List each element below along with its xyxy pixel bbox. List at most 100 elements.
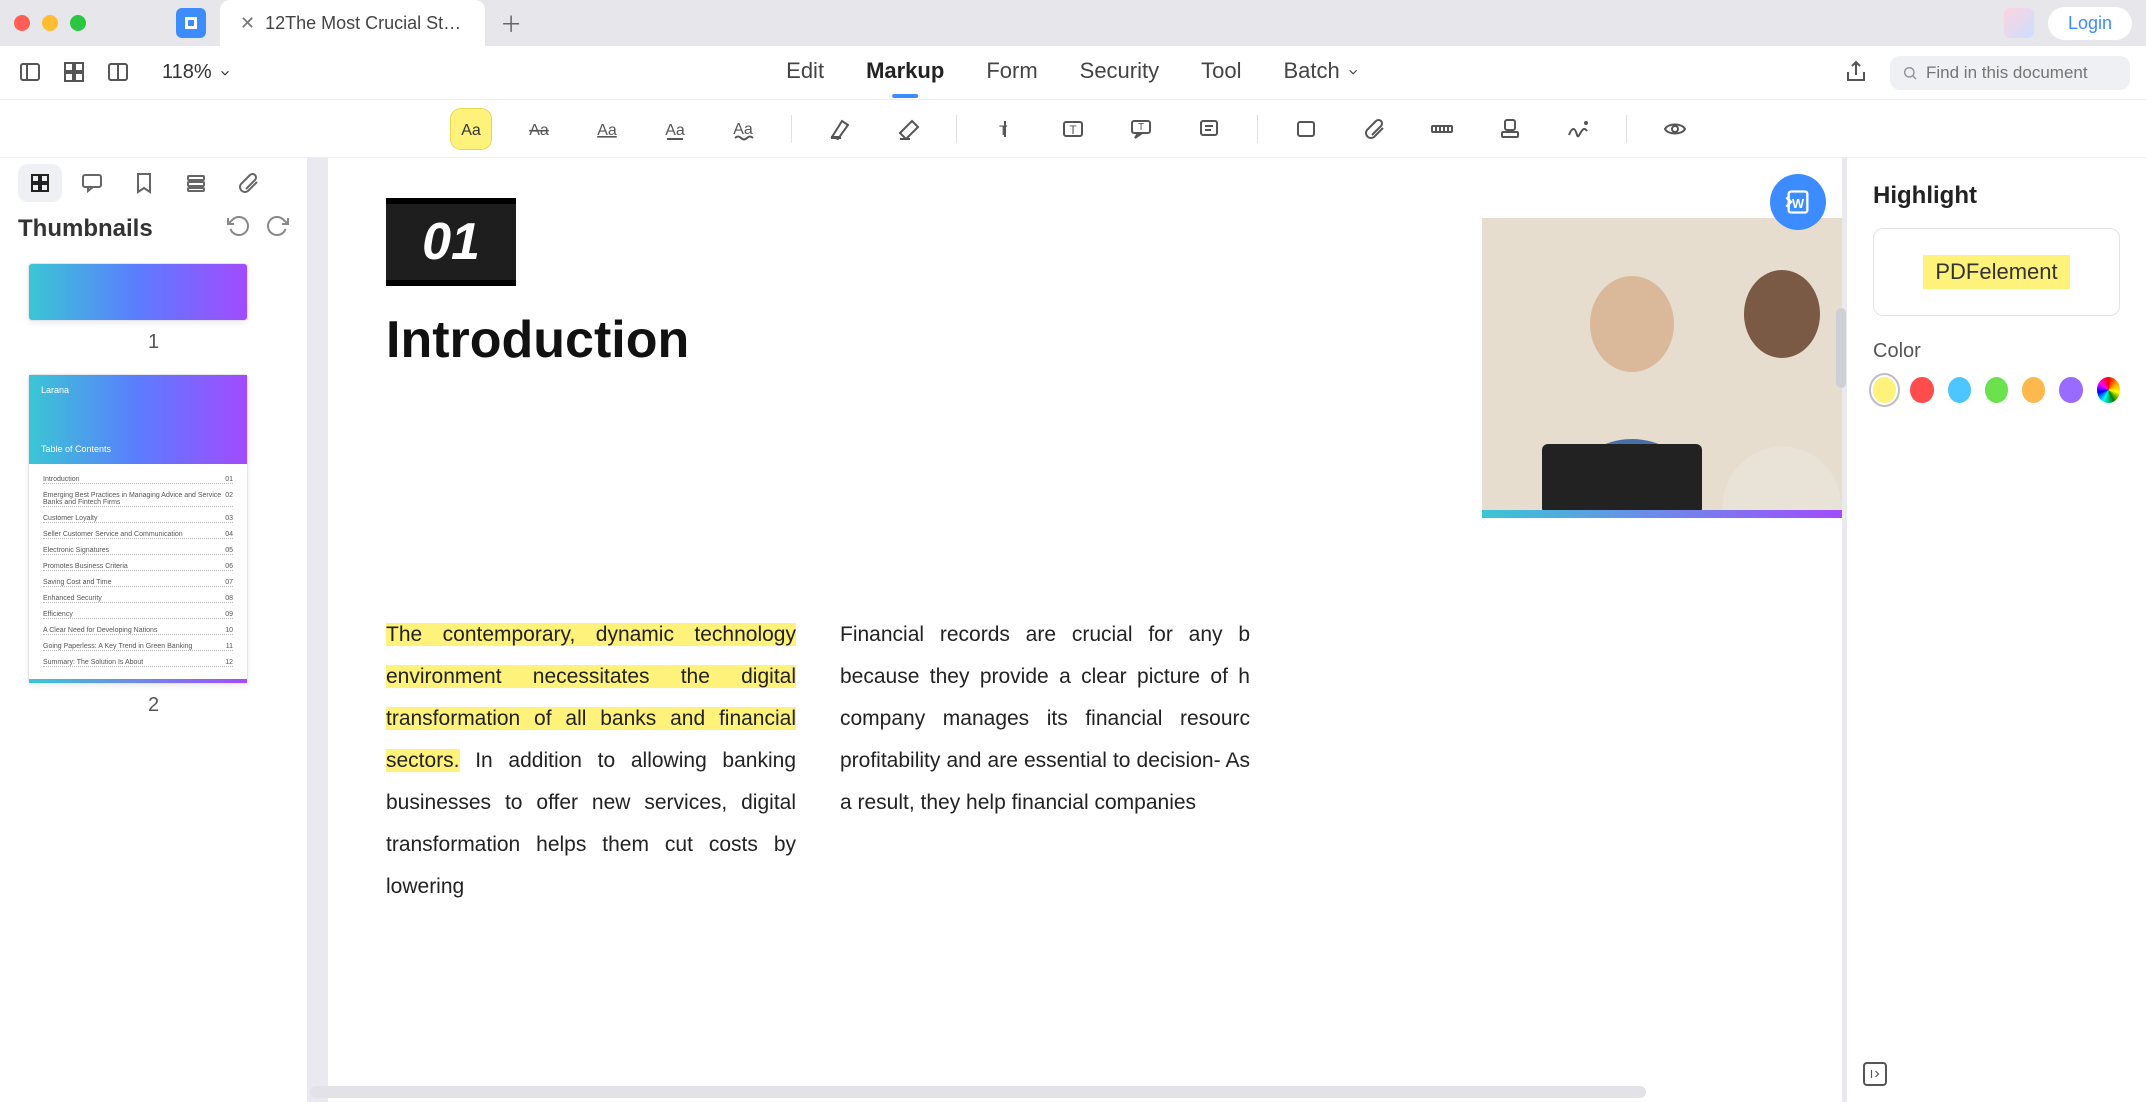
thumbnail-view-icon[interactable] [62, 60, 88, 86]
hide-annotations-tool[interactable] [1655, 109, 1695, 149]
menu-form[interactable]: Form [986, 58, 1037, 88]
caret-aa-icon: Aa [663, 117, 687, 141]
workspace: Thumbnails 1 LaranaTable of Contents Int… [0, 158, 2146, 1102]
attachment-tool[interactable] [1354, 109, 1394, 149]
vertical-scrollbar[interactable] [1836, 308, 1846, 388]
menu-security[interactable]: Security [1080, 58, 1159, 88]
toc-row: Emerging Best Practices in Managing Advi… [43, 492, 233, 507]
thumbnail-page-2[interactable]: LaranaTable of Contents Introduction01Em… [28, 374, 248, 684]
chevron-down-icon [218, 66, 232, 80]
toc-row: Customer Loyalty03 [43, 515, 233, 523]
horizontal-scrollbar[interactable] [310, 1086, 1646, 1098]
minimize-window-button[interactable] [42, 15, 58, 31]
menu-tool[interactable]: Tool [1201, 58, 1241, 88]
panel-toggle-icon[interactable] [18, 60, 44, 86]
measure-icon [1430, 117, 1454, 141]
highlight-aa-tool[interactable]: Aa [451, 109, 491, 149]
collapse-panel-button[interactable] [1863, 1062, 1887, 1086]
rectangle-icon [1294, 117, 1318, 141]
svg-text:T: T [999, 122, 1008, 138]
toolbar-separator [1257, 115, 1258, 143]
document-tab[interactable]: ✕ 12The Most Crucial Str… [220, 0, 485, 46]
text-box-tool[interactable]: T [1053, 109, 1093, 149]
primary-toolbar: 118% Edit Markup Form Security Tool Batch [0, 46, 2146, 100]
menu-markup[interactable]: Markup [866, 58, 944, 88]
underline-aa-icon: Aa [595, 117, 619, 141]
sidebar-title: Thumbnails [18, 215, 153, 243]
sidebar-tab-layers[interactable] [174, 164, 218, 202]
color-swatch[interactable] [2022, 377, 2045, 403]
signature-tool[interactable] [1558, 109, 1598, 149]
rectangle-tool[interactable] [1286, 109, 1326, 149]
color-picker-swatch[interactable] [2097, 377, 2120, 403]
close-window-button[interactable] [14, 15, 30, 31]
text-cursor-icon: T [993, 117, 1017, 141]
new-tab-button[interactable]: ＋ [491, 3, 531, 43]
sidebar-tab-thumbnails[interactable] [18, 164, 62, 202]
highlight-aa-icon: Aa [459, 117, 483, 141]
area-highlight-tool[interactable] [820, 109, 860, 149]
menu-edit[interactable]: Edit [786, 58, 824, 88]
document-page: 01 Introduction W The contemporary, dyn [328, 158, 1842, 1102]
underline-aa-tool[interactable]: Aa [587, 109, 627, 149]
reading-view-icon[interactable] [106, 60, 132, 86]
color-swatch[interactable] [1985, 377, 2008, 403]
stamp-icon [1498, 117, 1522, 141]
properties-panel: Highlight PDFelement Color [1846, 158, 2146, 1102]
thumbnail-list: 1 LaranaTable of Contents Introduction01… [0, 253, 307, 1102]
toc-row: Summary: The Solution Is About12 [43, 659, 233, 667]
sidebar-tab-bookmarks[interactable] [122, 164, 166, 202]
search-box[interactable] [1890, 56, 2130, 90]
strikethrough-aa-tool[interactable]: Aa [519, 109, 559, 149]
svg-text:Aa: Aa [733, 121, 753, 138]
text-column-left[interactable]: The contemporary, dynamic technology env… [386, 614, 796, 908]
login-button[interactable]: Login [2048, 7, 2132, 40]
toc-row: Going Paperless: A Key Trend in Green Ba… [43, 643, 233, 651]
thumbnail-page-1[interactable] [28, 263, 248, 321]
tab-title: 12The Most Crucial Str… [265, 13, 465, 34]
comments-icon [80, 171, 104, 195]
convert-to-word-button[interactable]: W [1770, 174, 1826, 230]
section-number-badge: 01 [386, 198, 516, 286]
strikethrough-aa-icon: Aa [527, 117, 551, 141]
highlight-sample: PDFelement [1923, 255, 2069, 289]
svg-text:W: W [1792, 196, 1805, 211]
sidebar-tab-attachments[interactable] [226, 164, 270, 202]
app-logo[interactable] [176, 8, 206, 38]
toc-row: Efficiency09 [43, 611, 233, 619]
squiggly-aa-tool[interactable]: Aa [723, 109, 763, 149]
rotate-ccw-icon[interactable] [227, 214, 251, 243]
color-swatch[interactable] [1910, 377, 1933, 403]
sidebar-tab-comments[interactable] [70, 164, 114, 202]
share-icon[interactable] [1844, 60, 1870, 86]
note-icon [1197, 117, 1221, 141]
bookmarks-icon [132, 171, 156, 195]
thumbnail-label: 2 [28, 694, 279, 717]
toc-row: Electronic Signatures05 [43, 547, 233, 555]
measure-tool[interactable] [1422, 109, 1462, 149]
caret-aa-tool[interactable]: Aa [655, 109, 695, 149]
eraser-tool[interactable] [888, 109, 928, 149]
search-input[interactable] [1926, 63, 2118, 83]
color-swatch[interactable] [1873, 377, 1896, 403]
panel-title: Highlight [1873, 182, 2120, 210]
rotate-cw-icon[interactable] [265, 214, 289, 243]
toc-row: A Clear Need for Developing Nations10 [43, 627, 233, 635]
stamp-tool[interactable] [1490, 109, 1530, 149]
toc-title: Table of Contents [41, 444, 235, 454]
document-canvas[interactable]: 01 Introduction W The contemporary, dyn [308, 158, 1846, 1102]
maximize-window-button[interactable] [70, 15, 86, 31]
text-column-right[interactable]: Financial records are crucial for any b … [840, 614, 1250, 908]
menu-batch[interactable]: Batch [1283, 58, 1359, 88]
zoom-dropdown[interactable]: 118% [162, 61, 232, 84]
close-tab-icon[interactable]: ✕ [240, 13, 255, 34]
toolbar-separator [956, 115, 957, 143]
toc-row: Saving Cost and Time07 [43, 579, 233, 587]
color-swatch[interactable] [1948, 377, 1971, 403]
callout-tool[interactable]: T [1121, 109, 1161, 149]
search-icon [1902, 64, 1918, 82]
user-avatar[interactable] [2004, 8, 2034, 38]
text-cursor-tool[interactable]: T [985, 109, 1025, 149]
color-swatch[interactable] [2059, 377, 2082, 403]
note-tool[interactable] [1189, 109, 1229, 149]
